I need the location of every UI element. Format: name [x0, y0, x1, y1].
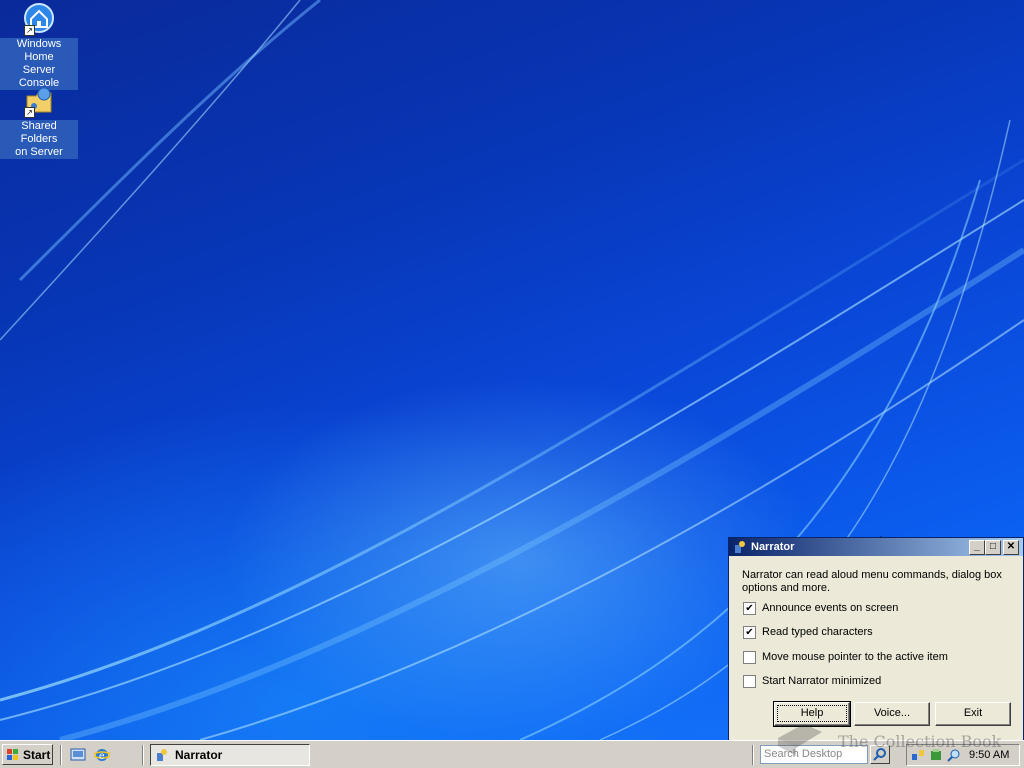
taskbar-button-label: Narrator	[175, 748, 223, 762]
read-typed-checkbox[interactable]: ✔	[743, 626, 756, 639]
option-read-typed[interactable]: ✔ Read typed characters	[743, 626, 873, 640]
desktop-icon-home-server-console[interactable]: ↗ Windows Home Server Console	[0, 2, 78, 90]
start-button[interactable]: Start	[2, 744, 53, 765]
narrator-titlebar[interactable]: Narrator _ □ ✕	[729, 538, 1023, 556]
option-label: Read typed characters	[762, 626, 873, 638]
window-title: Narrator	[751, 541, 795, 553]
narrator-app-icon	[735, 541, 745, 553]
home-server-icon: ↗	[22, 2, 56, 36]
search-icon	[873, 748, 886, 761]
start-minimized-checkbox[interactable]	[743, 675, 756, 688]
option-move-pointer[interactable]: Move mouse pointer to the active item	[743, 651, 948, 665]
option-label: Announce events on screen	[762, 602, 899, 614]
taskbar-button-narrator[interactable]: Narrator	[150, 744, 310, 766]
taskbar-separator	[142, 745, 144, 765]
taskbar: Start e Narrator Search Desktop 9:50 AM	[0, 740, 1024, 768]
narrator-description: Narrator can read aloud menu commands, d…	[742, 569, 1002, 594]
internet-explorer-icon[interactable]: e	[94, 747, 110, 763]
help-button-label: Help	[777, 705, 847, 722]
announce-events-checkbox[interactable]: ✔	[743, 602, 756, 615]
help-button[interactable]: Help	[773, 701, 851, 727]
move-pointer-checkbox[interactable]	[743, 651, 756, 664]
close-button[interactable]: ✕	[1003, 540, 1019, 555]
system-tray: 9:50 AM	[906, 744, 1020, 766]
desktop-icon-label: Shared Folders on Server	[0, 120, 78, 159]
home-server-tray-icon[interactable]	[929, 748, 943, 762]
search-button[interactable]	[870, 745, 890, 764]
option-announce-events[interactable]: ✔ Announce events on screen	[743, 602, 898, 616]
search-desktop-input[interactable]: Search Desktop	[760, 745, 868, 764]
voice-button[interactable]: Voice...	[854, 702, 930, 726]
narrator-app-icon	[157, 749, 167, 761]
start-label: Start	[23, 748, 51, 762]
desktop-icon-shared-folders[interactable]: ↗ Shared Folders on Server	[0, 84, 78, 159]
clock[interactable]: 9:50 AM	[969, 745, 1009, 765]
show-desktop-icon[interactable]	[70, 747, 86, 763]
shortcut-arrow-icon: ↗	[24, 107, 35, 118]
shared-folders-icon: ↗	[22, 84, 56, 118]
desktop-icon-label: Windows Home Server Console	[0, 38, 78, 90]
minimize-button[interactable]: _	[969, 540, 985, 555]
network-icon[interactable]	[911, 748, 925, 762]
shortcut-arrow-icon: ↗	[24, 25, 35, 36]
taskbar-separator	[60, 745, 62, 765]
option-start-minimized[interactable]: Start Narrator minimized	[743, 675, 881, 689]
svg-text:e: e	[99, 751, 105, 762]
narrator-window[interactable]: Narrator _ □ ✕ Narrator can read aloud m…	[728, 537, 1024, 742]
option-label: Move mouse pointer to the active item	[762, 651, 948, 663]
taskbar-separator	[752, 745, 754, 765]
magnifier-icon[interactable]	[947, 748, 961, 762]
exit-button[interactable]: Exit	[935, 702, 1011, 726]
maximize-button[interactable]: □	[985, 540, 1001, 555]
windows-flag-icon	[7, 749, 18, 760]
option-label: Start Narrator minimized	[762, 675, 882, 687]
